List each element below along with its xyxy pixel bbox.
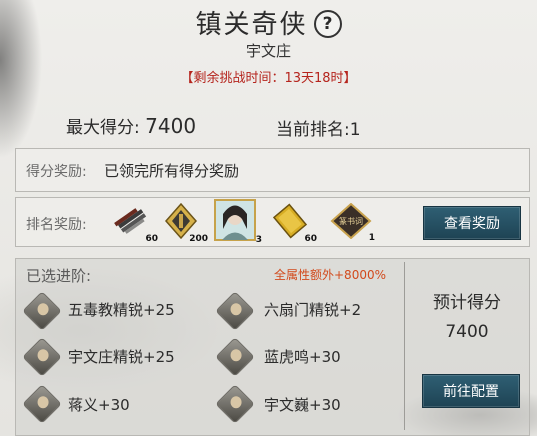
blade-bundle-icon[interactable]: 60: [112, 202, 158, 244]
member-label: 蓝虎鸣+30: [264, 348, 341, 366]
item-qty: 1: [368, 233, 375, 243]
current-rank: 当前排名:1: [276, 115, 361, 140]
max-score-value: 7400: [145, 114, 197, 138]
member-avatar: [215, 337, 255, 377]
member-label: 五毒教精锐+25: [68, 301, 175, 319]
score-reward-label: 得分奖励:: [26, 164, 87, 180]
member-avatar: [215, 384, 255, 424]
max-score: 最大得分: 7400: [66, 113, 196, 138]
go-configure-button[interactable]: 前往配置: [422, 374, 520, 408]
member-label: 蒋义+30: [68, 396, 130, 414]
advanced-panel: 已选进阶: 全属性额外+8000% 五毒教精锐+25 六扇门精锐+2 宇文庄精锐…: [15, 258, 530, 436]
item-qty: 60: [145, 234, 158, 244]
item-qty: 60: [304, 234, 317, 244]
item-qty: 200: [189, 234, 208, 244]
score-reward-panel: 得分奖励: 已领完所有得分奖励: [15, 148, 530, 192]
gold-book-icon[interactable]: 60: [271, 202, 317, 244]
estimate-label: 预计得分: [433, 293, 501, 313]
rank-reward-panel: 排名奖励: 60 200 3 60 篆书词 1 查看奖励: [15, 197, 530, 247]
panel-divider: [404, 262, 405, 430]
bonus-text: 全属性额外+8000%: [274, 268, 386, 282]
view-rewards-button[interactable]: 查看奖励: [423, 206, 521, 240]
help-icon[interactable]: ?: [313, 10, 342, 38]
plaque-text: 篆书词: [339, 216, 363, 226]
max-score-label: 最大得分:: [66, 118, 140, 138]
rank-reward-label: 排名奖励:: [26, 217, 87, 233]
remaining-time: 【剩余挑战时间：13天18时】: [180, 71, 357, 86]
item-qty: 3: [255, 235, 262, 245]
rank-label: 当前排名:: [276, 120, 350, 140]
score-reward-text: 已领完所有得分奖励: [104, 162, 240, 180]
member-avatar: [22, 384, 62, 424]
member-label: 六扇门精锐+2: [264, 301, 362, 319]
banner-icon[interactable]: 200: [162, 202, 208, 244]
rank-value: 1: [349, 120, 361, 140]
plaque-icon[interactable]: 篆书词 1: [330, 202, 375, 243]
page-subtitle: 宇文庄: [245, 42, 291, 60]
estimate-value: 7400: [445, 322, 489, 342]
page-title: 镇关奇侠?: [0, 4, 537, 41]
member-avatar: [215, 291, 255, 331]
advanced-label: 已选进阶:: [26, 267, 92, 285]
member-label: 宇文巍+30: [264, 396, 341, 414]
character-portrait-icon[interactable]: 3: [214, 199, 262, 245]
member-avatar: [22, 337, 62, 377]
member-label: 宇文庄精锐+25: [68, 348, 175, 366]
member-avatar: [22, 291, 62, 331]
